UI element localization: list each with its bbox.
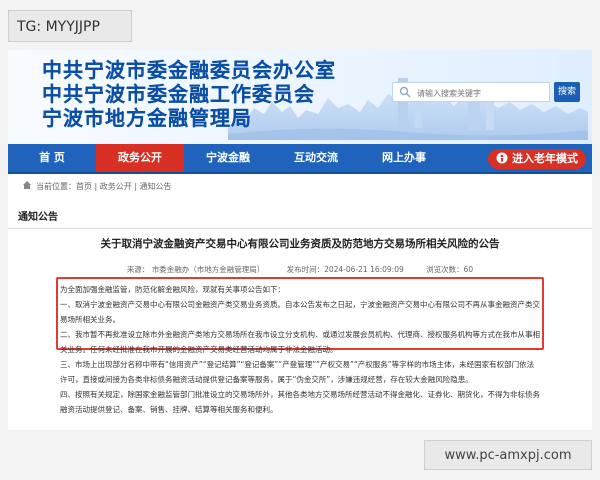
nav-item-online-services[interactable]: 网上办事 xyxy=(360,144,448,172)
elder-mode-label: 进入老年模式 xyxy=(512,152,578,165)
nav-item-home[interactable]: 首 页 xyxy=(8,144,96,172)
search-icon xyxy=(399,86,411,98)
source-tag: TG: MYYJJPP xyxy=(8,10,132,42)
article-paragraph-4: 四、按照有关规定，除国家金融监管部门批准设立的交易场所外，其他各类地方交易场所经… xyxy=(60,390,540,414)
article-paragraph-3: 三、市场上出现部分名称中带有“信用资产”“登记结算”“登记备案”“产登管理”“产… xyxy=(60,360,535,384)
section-label: 通知公告 xyxy=(18,212,58,223)
article-meta: 来源： 市委金融办（市地方金融管理局） 发布时间：2024-06-21 16:0… xyxy=(8,264,592,275)
site-banner: 中共宁波市委金融委员会办公室 中共宁波市委金融工作委员会 宁波市地方金融管理局 … xyxy=(8,50,592,144)
search-input[interactable] xyxy=(415,85,549,101)
site-title-line-1: 中共宁波市委金融委员会办公室 xyxy=(42,58,336,82)
elder-mode-button[interactable]: 进入老年模式 xyxy=(488,149,586,169)
section-header: 通知公告 xyxy=(8,200,592,229)
search-button[interactable]: 搜索 xyxy=(554,82,580,102)
watermark-label: www.pc-amxpj.com xyxy=(424,440,592,470)
breadcrumb-prefix: 当前位置： xyxy=(36,182,76,191)
nav-item-interaction[interactable]: 互动交流 xyxy=(272,144,360,172)
nav-item-government-affairs[interactable]: 政务公开 xyxy=(96,144,184,172)
site-title-line-2: 中共宁波市委金融工作委员会 xyxy=(42,82,315,106)
article-paragraph-1: 一、取消宁波金融资产交易中心有限公司金融资产类交易业务资质。自本公告发布之日起，… xyxy=(60,300,540,324)
article-source: 来源： 市委金融办（市地方金融管理局） xyxy=(126,265,265,274)
breadcrumb-path[interactable]: 首页 | 政务公开 | 通知公告 xyxy=(76,182,172,191)
elder-mode-icon xyxy=(496,152,508,164)
article-title: 关于取消宁波金融资产交易中心有限公司业务资质及防范地方交易场所相关风险的公告 xyxy=(100,238,500,250)
article-date: 发布时间：2024-06-21 16:09:09 xyxy=(286,265,404,274)
article-paragraph-2: 二、我市暂不再批准设立除市外金融资产类地方交易场所在我市设立分支机构、或通过发展… xyxy=(60,330,540,354)
screenshot-frame: 中共宁波市委金融委员会办公室 中共宁波市委金融工作委员会 宁波市地方金融管理局 … xyxy=(8,50,592,430)
nav-item-ningbo-finance[interactable]: 宁波金融 xyxy=(184,144,272,172)
search-box[interactable] xyxy=(392,82,550,102)
site-title: 中共宁波市委金融委员会办公室 中共宁波市委金融工作委员会 宁波市地方金融管理局 xyxy=(42,58,336,130)
breadcrumb: 当前位置：首页 | 政务公开 | 通知公告 xyxy=(22,180,172,192)
article-paragraph-intro: 为全面加强金融监管，防范化解金融风险，现就有关事项公告如下： xyxy=(60,285,285,294)
article-views: 浏览次数：60 xyxy=(426,265,474,274)
site-title-line-3: 宁波市地方金融管理局 xyxy=(42,106,252,130)
article-body: 为全面加强金融监管，防范化解金融风险，现就有关事项公告如下： 一、取消宁波金融资… xyxy=(60,282,540,417)
home-icon xyxy=(23,181,31,189)
